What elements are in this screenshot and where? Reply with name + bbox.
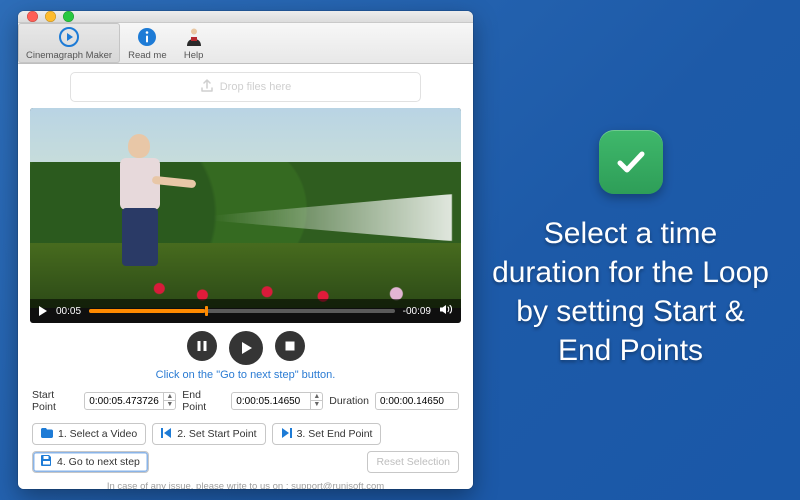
pause-button[interactable]: [187, 331, 217, 361]
minimize-window-button[interactable]: [45, 11, 56, 22]
toolbar-label: Cinemagraph Maker: [26, 50, 112, 61]
video-play-icon[interactable]: [38, 306, 48, 316]
reset-selection-button[interactable]: Reset Selection: [367, 451, 459, 473]
video-remaining-time: -00:09: [403, 306, 431, 317]
step-label: 1. Select a Video: [58, 428, 137, 440]
toolbar-read-me[interactable]: Read me: [120, 23, 175, 63]
toolbar-cinemagraph-maker[interactable]: Cinemagraph Maker: [18, 23, 120, 63]
toolbar-label: Help: [184, 50, 204, 61]
step-set-end-button[interactable]: 3. Set End Point: [272, 423, 382, 445]
duration-value: [376, 396, 458, 407]
stop-button[interactable]: [275, 331, 305, 361]
toolbar-label: Read me: [128, 50, 167, 61]
app-window: Cinemagraph Maker Read me Help Drop: [18, 11, 473, 489]
promo-headline: Select a time duration for the Loop by s…: [481, 214, 780, 370]
info-circle-icon: [136, 26, 158, 48]
skip-end-icon: [281, 428, 292, 441]
end-point-stepper[interactable]: ▲▼: [231, 392, 323, 410]
step-label: 4. Go to next step: [57, 456, 140, 468]
start-point-input[interactable]: [85, 396, 163, 407]
save-icon: [41, 455, 52, 469]
checkmark-badge-icon: [599, 130, 663, 194]
video-controls-bar: 00:05 -00:09: [30, 299, 461, 323]
upload-icon: [200, 79, 214, 96]
video-current-time: 00:05: [56, 306, 81, 317]
video-seek-track[interactable]: [89, 309, 395, 313]
step-label: 2. Set Start Point: [177, 428, 256, 440]
folder-icon: [41, 428, 53, 441]
duration-label: Duration: [329, 395, 369, 407]
dropzone-label: Drop files here: [220, 81, 292, 93]
duration-field: [375, 392, 459, 410]
end-point-label: End Point: [182, 389, 225, 413]
step-label: 3. Set End Point: [297, 428, 373, 440]
step-label: Reset Selection: [376, 456, 450, 468]
stepper-arrows[interactable]: ▲▼: [163, 393, 175, 410]
play-button[interactable]: [229, 331, 263, 365]
step-go-next-button[interactable]: 4. Go to next step: [32, 451, 149, 473]
help-person-icon: [183, 26, 205, 48]
close-window-button[interactable]: [27, 11, 38, 22]
main-content: Drop files here 00:05 -00:09: [18, 64, 473, 489]
time-row: Start Point ▲▼ End Point ▲▼ Duration: [30, 389, 461, 423]
start-point-stepper[interactable]: ▲▼: [84, 392, 176, 410]
seek-knob[interactable]: [205, 306, 208, 316]
step-select-video-button[interactable]: 1. Select a Video: [32, 423, 146, 445]
volume-icon[interactable]: [439, 304, 453, 318]
skip-start-icon: [161, 428, 172, 441]
video-frame-illustration: [30, 108, 461, 323]
maximize-window-button[interactable]: [63, 11, 74, 22]
end-point-input[interactable]: [232, 396, 310, 407]
file-dropzone[interactable]: Drop files here: [70, 72, 421, 102]
main-toolbar: Cinemagraph Maker Read me Help: [18, 23, 473, 64]
hint-text: Click on the "Go to next step" button.: [30, 369, 461, 389]
step-set-start-button[interactable]: 2. Set Start Point: [152, 423, 265, 445]
play-circle-icon: [58, 26, 80, 48]
playback-buttons: [30, 323, 461, 369]
start-point-label: Start Point: [32, 389, 78, 413]
toolbar-help[interactable]: Help: [175, 23, 213, 63]
promo-panel: Select a time duration for the Loop by s…: [473, 0, 800, 500]
video-preview: 00:05 -00:09: [30, 108, 461, 323]
workflow-steps: 1. Select a Video 2. Set Start Point 3. …: [30, 423, 461, 477]
stepper-arrows[interactable]: ▲▼: [310, 393, 322, 410]
support-footer: In case of any issue, please write to us…: [30, 477, 461, 489]
window-titlebar: [18, 11, 473, 23]
